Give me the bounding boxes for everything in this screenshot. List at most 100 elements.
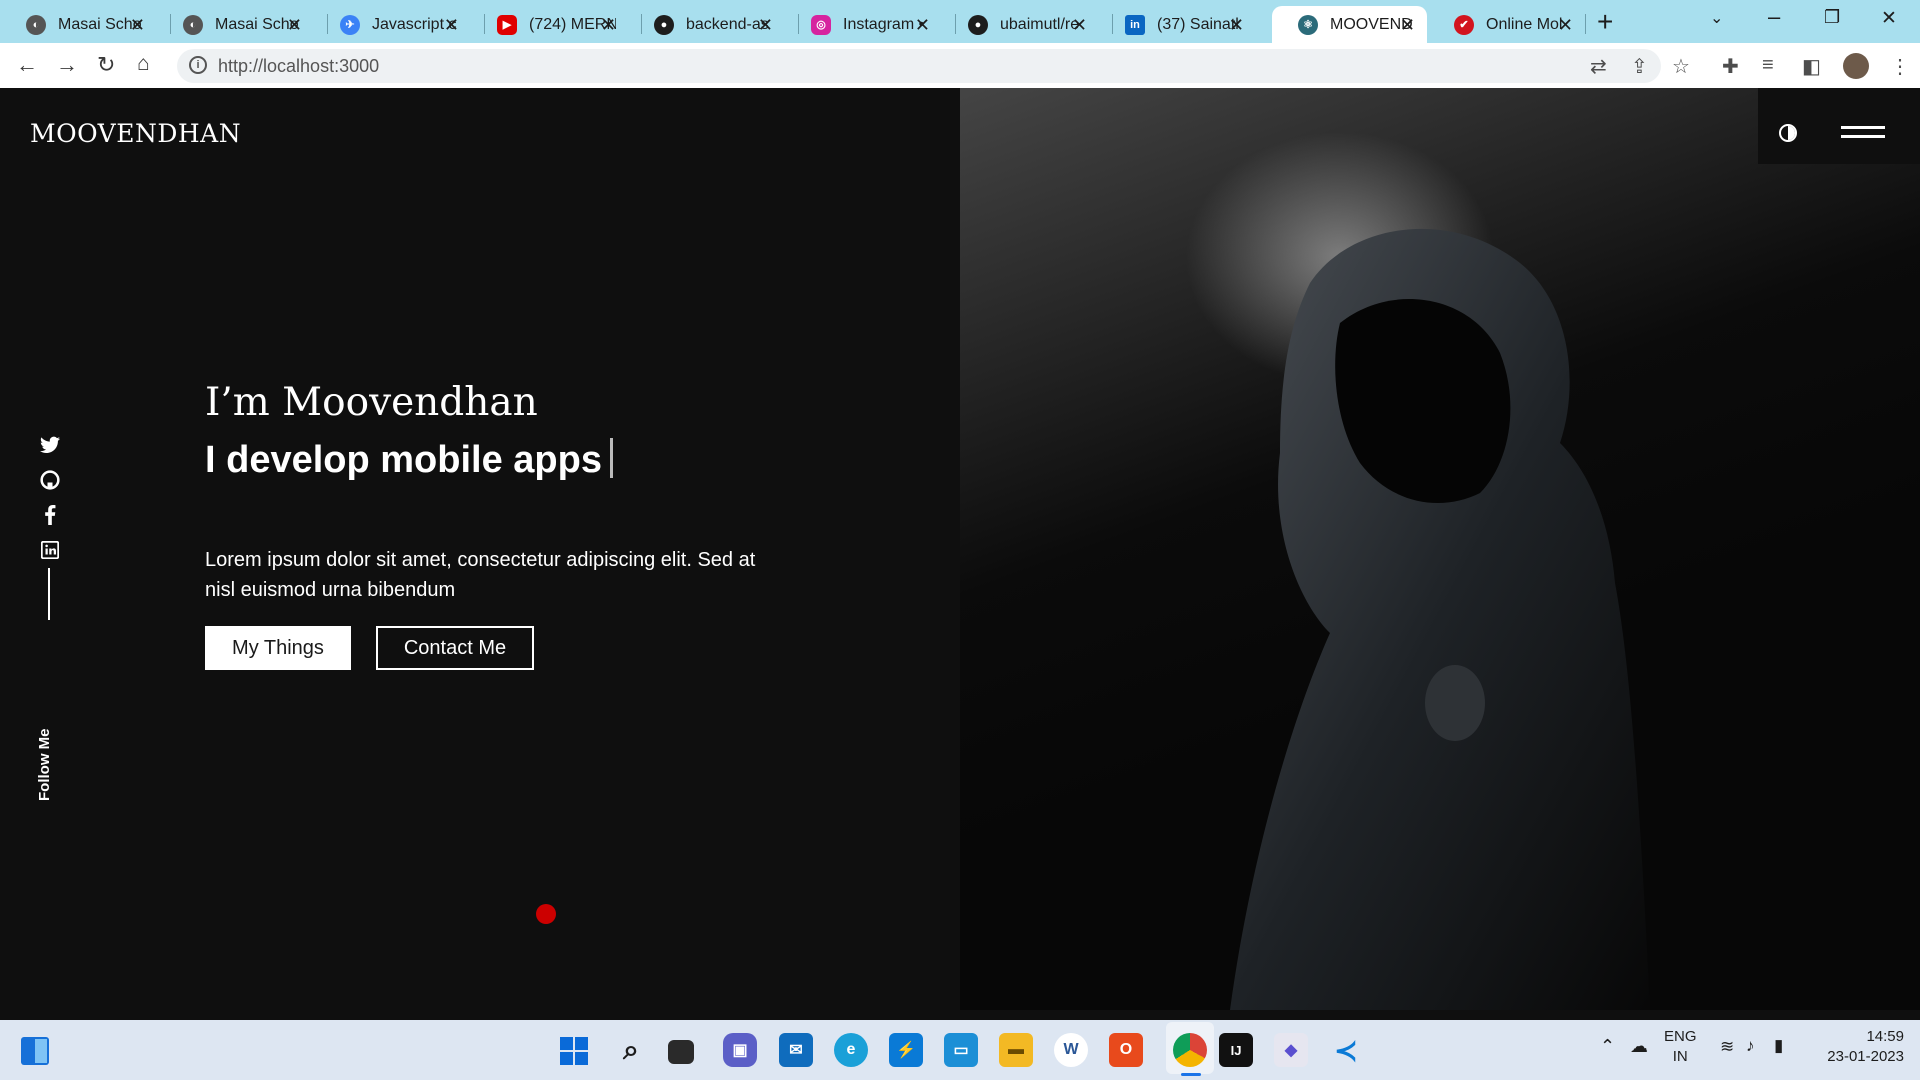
- browser-tab[interactable]: ✈ Javascript c ✕: [314, 6, 471, 43]
- tab-search-icon[interactable]: ⌄: [1710, 8, 1723, 28]
- hooded-figure-image: [1230, 228, 1650, 1010]
- clock[interactable]: 14:59 23-01-2023: [1818, 1027, 1904, 1067]
- globe-icon: ◐: [26, 14, 46, 35]
- windows-start-icon[interactable]: [560, 1037, 588, 1065]
- linkedin-icon: in: [1125, 14, 1145, 35]
- my-things-button[interactable]: My Things: [205, 626, 351, 670]
- restore-icon[interactable]: ❐: [1824, 7, 1840, 28]
- language-indicator[interactable]: ENG IN: [1664, 1027, 1697, 1067]
- edge-icon[interactable]: e: [834, 1033, 868, 1067]
- share-icon[interactable]: ⇪: [1631, 54, 1648, 79]
- facebook-icon[interactable]: [38, 503, 62, 527]
- extensions-icon[interactable]: ✚: [1722, 54, 1739, 79]
- react-icon: ⚛: [1298, 14, 1318, 35]
- hero-tagline: I develop mobile apps: [205, 438, 613, 482]
- close-tab-icon[interactable]: ✕: [287, 15, 302, 36]
- contact-me-button[interactable]: Contact Me: [376, 626, 534, 670]
- volume-icon[interactable]: ♪: [1746, 1036, 1755, 1056]
- browser-tab[interactable]: ✔ Online Mol ✕: [1428, 6, 1585, 43]
- battery-icon[interactable]: ▮: [1774, 1036, 1783, 1056]
- jetbrains-icon[interactable]: IJ: [1219, 1033, 1253, 1067]
- github-icon: ●: [654, 14, 674, 35]
- twitter-icon[interactable]: [38, 433, 62, 457]
- minimize-icon[interactable]: –: [1768, 4, 1780, 30]
- paper-plane-icon: ✈: [340, 14, 360, 35]
- close-tab-icon[interactable]: ✕: [1229, 15, 1244, 36]
- portfolio-page: MOOVENDHAN Follow Me I’m Moovendhan I de…: [0, 88, 1920, 1020]
- close-tab-icon[interactable]: ✕: [758, 15, 773, 36]
- back-arrow-icon[interactable]: ←: [16, 52, 38, 78]
- hero-greeting: I’m Moovendhan: [205, 380, 538, 425]
- mail-icon[interactable]: ✉: [779, 1033, 813, 1067]
- address-toolbar: ← → ↻ ⌂ i http://localhost:3000 ⇄ ⇪ ☆ ✚ …: [0, 43, 1920, 88]
- search-icon[interactable]: ⌕: [614, 1033, 648, 1067]
- airtel-icon: ✔: [1454, 14, 1474, 35]
- reload-icon[interactable]: ↻: [97, 52, 115, 78]
- bookmark-star-icon[interactable]: ☆: [1672, 54, 1690, 79]
- close-tab-icon[interactable]: ✕: [601, 15, 616, 36]
- word-icon[interactable]: W: [1054, 1033, 1088, 1067]
- cursor-follower-dot: [536, 904, 556, 924]
- side-panel-icon[interactable]: ◧: [1802, 54, 1821, 79]
- file-explorer-icon[interactable]: ▬: [999, 1033, 1033, 1067]
- more-menu-icon[interactable]: ⋮: [1890, 54, 1910, 79]
- site-logo[interactable]: MOOVENDHAN: [30, 119, 241, 148]
- task-view-icon[interactable]: [668, 1040, 694, 1064]
- translate-icon[interactable]: ⇄: [1590, 54, 1607, 79]
- social-sidebar: [38, 433, 62, 573]
- browser-tab-bar: ◐ Masai Scho ✕ ◐ Masai Scho ✕ ✈ Javascri…: [0, 0, 1920, 43]
- github-icon[interactable]: [38, 468, 62, 492]
- hamburger-menu-icon[interactable]: [1841, 126, 1885, 144]
- follow-me-label: Follow Me: [36, 728, 53, 802]
- language-code: ENG: [1664, 1028, 1697, 1045]
- wifi-icon[interactable]: ≋: [1720, 1037, 1734, 1057]
- clock-time: 14:59: [1866, 1028, 1904, 1045]
- home-icon[interactable]: ⌂: [137, 52, 150, 76]
- url-text[interactable]: http://localhost:3000: [218, 56, 379, 77]
- close-window-icon[interactable]: ✕: [1881, 7, 1897, 30]
- new-tab-button[interactable]: +: [1597, 6, 1613, 38]
- close-tab-icon[interactable]: ✕: [1400, 15, 1415, 36]
- region-code: IN: [1672, 1048, 1688, 1065]
- github-icon: ●: [968, 14, 988, 35]
- clock-date: 23-01-2023: [1827, 1048, 1904, 1065]
- typing-cursor: [609, 438, 613, 478]
- vscode-icon[interactable]: ≺: [1329, 1033, 1363, 1067]
- forward-arrow-icon[interactable]: →: [56, 52, 78, 78]
- teams-chat-icon[interactable]: ▣: [723, 1033, 757, 1067]
- social-divider-line: [48, 568, 50, 620]
- azure-data-studio-icon[interactable]: ⚡: [889, 1033, 923, 1067]
- typed-text: I develop mobile apps: [205, 439, 602, 481]
- browser-tab[interactable]: ● ubaimutl/re ✕: [942, 6, 1099, 43]
- close-tab-icon[interactable]: ✕: [1072, 15, 1087, 36]
- browser-tab[interactable]: ▶ (724) MERN ✕: [471, 6, 628, 43]
- browser-tab[interactable]: ◐ Masai Scho ✕: [157, 6, 314, 43]
- active-app-indicator: [1181, 1073, 1201, 1076]
- office-icon[interactable]: O: [1109, 1033, 1143, 1067]
- globe-icon: ◐: [183, 14, 203, 35]
- chrome-icon[interactable]: [1173, 1033, 1207, 1067]
- close-tab-icon[interactable]: ✕: [915, 15, 930, 36]
- show-hidden-icons-icon[interactable]: ⌃: [1600, 1036, 1615, 1056]
- url-bar[interactable]: i http://localhost:3000: [177, 49, 1661, 83]
- gitkraken-icon[interactable]: ◆: [1274, 1033, 1308, 1067]
- browser-tab-active[interactable]: ⚛ MOOVEND ✕: [1272, 6, 1427, 43]
- hero-description: Lorem ipsum dolor sit amet, consectetur …: [205, 549, 756, 601]
- browser-tab[interactable]: in (37) Sainatl ✕: [1099, 6, 1256, 43]
- onedrive-icon[interactable]: ☁: [1630, 1036, 1648, 1056]
- profile-avatar[interactable]: [1843, 53, 1869, 79]
- browser-tab[interactable]: ◎ Instagram • ✕: [785, 6, 942, 43]
- browser-tab[interactable]: ● backend-as ✕: [628, 6, 785, 43]
- linkedin-icon[interactable]: [38, 538, 62, 562]
- media-controls-icon[interactable]: ≡: [1762, 54, 1774, 77]
- close-tab-icon[interactable]: ✕: [1558, 15, 1573, 36]
- theme-toggle-icon[interactable]: [1779, 124, 1797, 142]
- remote-desktop-icon[interactable]: ▭: [944, 1033, 978, 1067]
- widgets-icon[interactable]: [21, 1037, 49, 1065]
- browser-tab[interactable]: ◐ Masai Scho ✕: [0, 6, 157, 43]
- site-info-icon[interactable]: i: [189, 56, 207, 74]
- close-tab-icon[interactable]: ✕: [130, 15, 145, 36]
- youtube-icon: ▶: [497, 14, 517, 35]
- close-tab-icon[interactable]: ✕: [444, 15, 459, 36]
- instagram-icon: ◎: [811, 14, 831, 35]
